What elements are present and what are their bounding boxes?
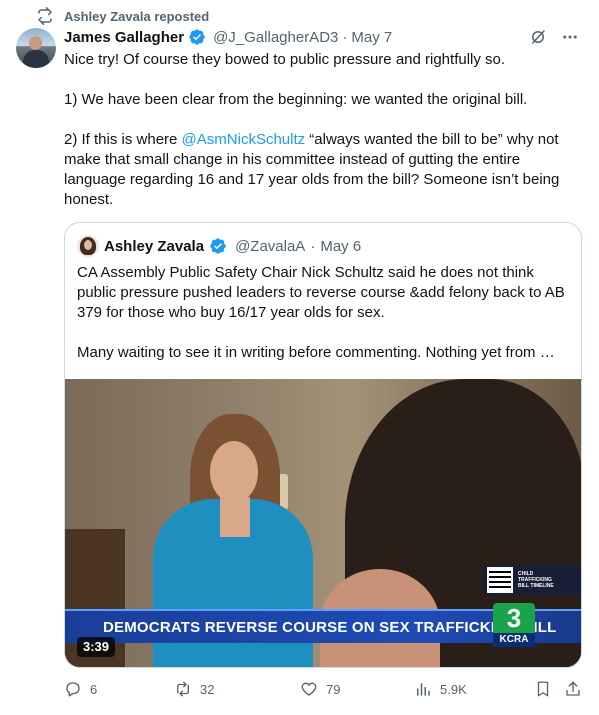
repost-context: Ashley Zavala reposted: [36, 6, 209, 26]
repost-icon: [38, 7, 52, 25]
reply-count: 6: [90, 681, 98, 697]
verified-badge-icon: [189, 29, 205, 45]
like-count: 79: [326, 681, 341, 697]
quoted-text: CA Assembly Public Safety Chair Nick Sch…: [77, 263, 573, 363]
author-avatar[interactable]: [16, 28, 56, 68]
mention-link[interactable]: @AsmNickSchultz: [182, 131, 306, 148]
tweet-action-bar: 6 32 79 5.9K: [64, 680, 584, 702]
tweet-text: Nice try! Of course they bowed to public…: [64, 50, 574, 210]
analytics-icon: [417, 683, 430, 696]
qr-code-icon: [487, 567, 513, 593]
repost-button[interactable]: 32: [174, 680, 214, 698]
grok-icon[interactable]: [529, 28, 547, 46]
repost-icon: [177, 681, 189, 697]
quoted-author-name: Ashley Zavala: [104, 237, 205, 255]
repost-label[interactable]: Ashley Zavala reposted: [64, 9, 209, 24]
more-options-icon[interactable]: [561, 28, 579, 46]
author-handle[interactable]: @J_GallagherAD3: [213, 29, 338, 46]
quoted-header: Ashley Zavala @ZavalaA · May 6: [77, 235, 361, 257]
tweet-line: 1) We have been clear from the beginning…: [64, 91, 528, 108]
station-call-sign: KCRA: [493, 633, 535, 647]
video-player[interactable]: CHILD TRAFFICKING BILL TIMELINE DEMOCRAT…: [65, 379, 581, 667]
share-button[interactable]: [564, 680, 582, 698]
tweet-line: 2) If this is where @AsmNickSchultz “alw…: [64, 130, 574, 210]
qr-code-graphic: CHILD TRAFFICKING BILL TIMELINE: [483, 565, 581, 595]
tweet-header: James Gallagher @J_GallagherAD3 · May 7: [64, 27, 392, 47]
quoted-paragraph: CA Assembly Public Safety Chair Nick Sch…: [77, 264, 565, 321]
video-duration: 3:39: [77, 637, 116, 657]
station-logo: 3 KCRA: [493, 603, 535, 649]
like-button[interactable]: 79: [300, 680, 340, 698]
share-icon: [566, 681, 580, 696]
bookmark-button[interactable]: [534, 680, 552, 698]
verified-badge-icon: [210, 238, 226, 254]
tweet-date[interactable]: May 7: [351, 29, 392, 46]
quoted-tweet[interactable]: Ashley Zavala @ZavalaA · May 6 CA Assemb…: [64, 222, 582, 668]
bookmark-icon: [537, 681, 549, 697]
quoted-paragraph: Many waiting to see it in writing before…: [77, 344, 555, 361]
tweet-top-actions: [529, 28, 579, 46]
reply-button[interactable]: 6: [64, 680, 97, 698]
separator-dot: ·: [342, 28, 348, 46]
news-headline: DEMOCRATS REVERSE COURSE ON SEX TRAFFICK…: [103, 619, 557, 636]
repost-count: 32: [200, 681, 215, 697]
view-count: 5.9K: [440, 681, 467, 697]
views-button[interactable]: 5.9K: [414, 680, 467, 698]
qr-caption: CHILD TRAFFICKING BILL TIMELINE: [518, 571, 554, 589]
station-number: 3: [493, 603, 535, 633]
reply-icon: [66, 682, 80, 697]
author-name[interactable]: James Gallagher: [64, 29, 184, 46]
tweet-line: Nice try! Of course they bowed to public…: [64, 51, 506, 68]
tweet-line-prefix: 2) If this is where: [64, 131, 182, 148]
heart-icon: [301, 682, 317, 696]
quoted-handle: @ZavalaA: [235, 237, 306, 255]
separator-dot: ·: [310, 237, 316, 255]
quoted-date: May 6: [320, 237, 362, 255]
quoted-avatar: [77, 235, 99, 257]
